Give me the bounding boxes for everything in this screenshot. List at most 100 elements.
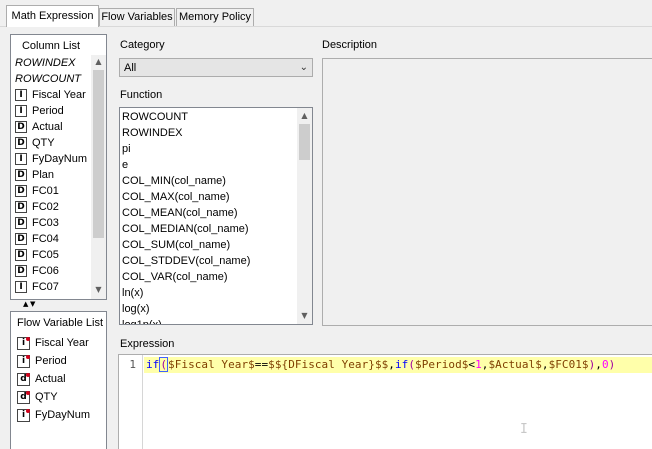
function-list-item[interactable]: COL_SUM(col_name) <box>122 237 297 253</box>
scroll-down-arrow-icon[interactable]: ▼ <box>297 309 312 323</box>
function-list-item[interactable]: COL_MIN(col_name) <box>122 173 297 189</box>
column-list-item[interactable]: D FC04 <box>15 231 99 247</box>
category-label: Category <box>120 39 165 51</box>
flow-variable-type: i <box>21 337 26 348</box>
flow-variable-item-label: Actual <box>35 373 66 385</box>
flow-variable-item[interactable]: i Fiscal Year <box>17 334 90 352</box>
column-list-item[interactable]: I Period <box>15 103 99 119</box>
scroll-thumb[interactable] <box>93 70 104 238</box>
function-list-item[interactable]: pi <box>122 141 297 157</box>
function-list-item[interactable]: ln(x) <box>122 285 297 301</box>
function-list-item[interactable]: e <box>122 157 297 173</box>
column-list-item-label: FC03 <box>32 217 59 229</box>
column-list-item-label: ROWCOUNT <box>15 73 81 85</box>
code-token: if <box>146 358 160 371</box>
double-type-icon: D <box>15 201 27 213</box>
function-list-item[interactable]: COL_VAR(col_name) <box>122 269 297 285</box>
column-list-item[interactable]: ROWCOUNT <box>15 71 99 87</box>
function-list-item[interactable]: COL_MEAN(col_name) <box>122 205 297 221</box>
integer-flow-variable-icon: i <box>17 354 30 368</box>
tab-flow-variables[interactable]: Flow Variables <box>99 8 175 26</box>
tab-bar: Math Expression Flow Variables Memory Po… <box>0 0 652 27</box>
column-list-header: Column List <box>21 40 81 52</box>
double-type-icon: D <box>15 121 27 133</box>
integer-type-icon: I <box>15 105 27 117</box>
double-flow-variable-icon: d <box>17 372 30 386</box>
flow-variable-item[interactable]: d Actual <box>17 370 90 388</box>
column-list[interactable]: Column List ROWINDEX ROWCOUNT I Fiscal Year… <box>10 34 107 300</box>
scroll-up-arrow-icon[interactable]: ▲ <box>297 109 312 123</box>
column-list-item-label: Period <box>32 105 64 117</box>
flow-variable-item-label: QTY <box>35 391 58 403</box>
function-list-scrollbar[interactable]: ▲ ▼ <box>297 108 312 324</box>
function-list-item[interactable]: COL_STDDEV(col_name) <box>122 253 297 269</box>
column-list-item[interactable]: ROWINDEX <box>15 55 99 71</box>
flow-variable-item-label: FyDayNum <box>35 409 91 421</box>
column-list-item[interactable]: I Fiscal Year <box>15 87 99 103</box>
double-type-icon: D <box>15 249 27 261</box>
column-list-item[interactable]: D Plan <box>15 167 99 183</box>
tab-memory-policy[interactable]: Memory Policy <box>176 8 254 26</box>
tab-math-expression[interactable]: Math Expression <box>6 5 99 27</box>
function-list-item[interactable]: log(x) <box>122 301 297 317</box>
code-token: , <box>595 358 602 371</box>
expression-code[interactable]: if($Fiscal Year$==$${DFiscal Year}$$,if(… <box>146 357 616 372</box>
code-token: DFiscal Year <box>288 358 369 371</box>
integer-type-icon: I <box>15 281 27 293</box>
function-list-items: ROWCOUNT ROWINDEX pi e COL_MIN(col_name) COL_… <box>122 109 297 324</box>
flow-variable-marker-icon <box>26 390 30 395</box>
double-type-icon: D <box>15 217 27 229</box>
column-list-item[interactable]: D FC03 <box>15 215 99 231</box>
flow-variable-item[interactable]: i Period <box>17 352 90 370</box>
code-token: }$$ <box>368 358 389 371</box>
flow-variable-marker-icon <box>26 408 30 413</box>
chevron-down-icon[interactable]: ⌄ <box>300 60 308 76</box>
list-splitter[interactable]: ▲ ▼ <box>10 301 107 310</box>
function-list-item[interactable]: COL_MEDIAN(col_name) <box>122 221 297 237</box>
flow-variable-item[interactable]: d QTY <box>17 388 90 406</box>
function-list[interactable]: ROWCOUNT ROWINDEX pi e COL_MIN(col_name) COL_… <box>119 107 313 325</box>
scroll-thumb[interactable] <box>299 124 310 160</box>
column-list-item[interactable]: D FC02 <box>15 199 99 215</box>
scroll-down-arrow-icon[interactable]: ▼ <box>91 283 106 297</box>
function-list-item[interactable]: COL_MAX(col_name) <box>122 189 297 205</box>
line-number: 1 <box>129 358 136 371</box>
column-list-item[interactable]: D FC05 <box>15 247 99 263</box>
function-list-item[interactable]: ROWINDEX <box>122 125 297 141</box>
scroll-up-arrow-icon[interactable]: ▲ <box>91 55 106 69</box>
column-list-item[interactable]: D FC01 <box>15 183 99 199</box>
code-token: $Fiscal Year$ <box>168 358 255 371</box>
column-list-item-label: FC04 <box>32 233 59 245</box>
column-list-item-label: FC06 <box>32 265 59 277</box>
flow-variable-list-header: Flow Variable List <box>17 317 103 329</box>
flow-variable-item[interactable]: i FyDayNum <box>17 406 90 424</box>
column-list-items: ROWINDEX ROWCOUNT I Fiscal Year I Period D Actu… <box>15 55 99 295</box>
code-token: ) <box>608 358 616 371</box>
code-token: $Actual$ <box>488 358 542 371</box>
category-selected-value: All <box>124 62 137 74</box>
column-list-item[interactable]: I FC07 <box>15 279 99 295</box>
function-list-item[interactable]: ROWCOUNT <box>122 109 297 125</box>
flow-variable-item-label: Fiscal Year <box>35 337 89 349</box>
code-token: == <box>254 358 269 371</box>
function-label: Function <box>120 89 163 101</box>
column-list-item[interactable]: I FyDayNum <box>15 151 99 167</box>
flow-variable-item-label: Period <box>35 355 67 367</box>
column-list-item[interactable]: D QTY <box>15 135 99 151</box>
column-list-item-label: Fiscal Year <box>32 89 86 101</box>
column-list-item-label: FyDayNum <box>32 153 88 165</box>
category-select[interactable]: All ⌄ <box>119 58 313 77</box>
column-list-scrollbar[interactable]: ▲ ▼ <box>91 55 106 299</box>
flow-variable-list[interactable]: Flow Variable List i Fiscal Year i Period d A… <box>10 311 107 449</box>
expression-editor[interactable]: 1 if($Fiscal Year$==$${DFiscal Year}$$,i… <box>118 354 652 449</box>
flow-variable-items: i Fiscal Year i Period d Actual d QTY i FyDayNum <box>17 334 90 424</box>
column-list-item[interactable]: D FC06 <box>15 263 99 279</box>
column-list-item[interactable]: D Actual <box>15 119 99 135</box>
function-list-item[interactable]: log1p(x) <box>122 317 297 324</box>
flow-variable-marker-icon <box>26 354 30 359</box>
expression-label: Expression <box>120 338 175 350</box>
description-label: Description <box>322 39 378 51</box>
splitter-down-arrow-icon[interactable]: ▼ <box>30 301 35 308</box>
double-type-icon: D <box>15 137 27 149</box>
splitter-up-arrow-icon[interactable]: ▲ <box>23 301 28 308</box>
